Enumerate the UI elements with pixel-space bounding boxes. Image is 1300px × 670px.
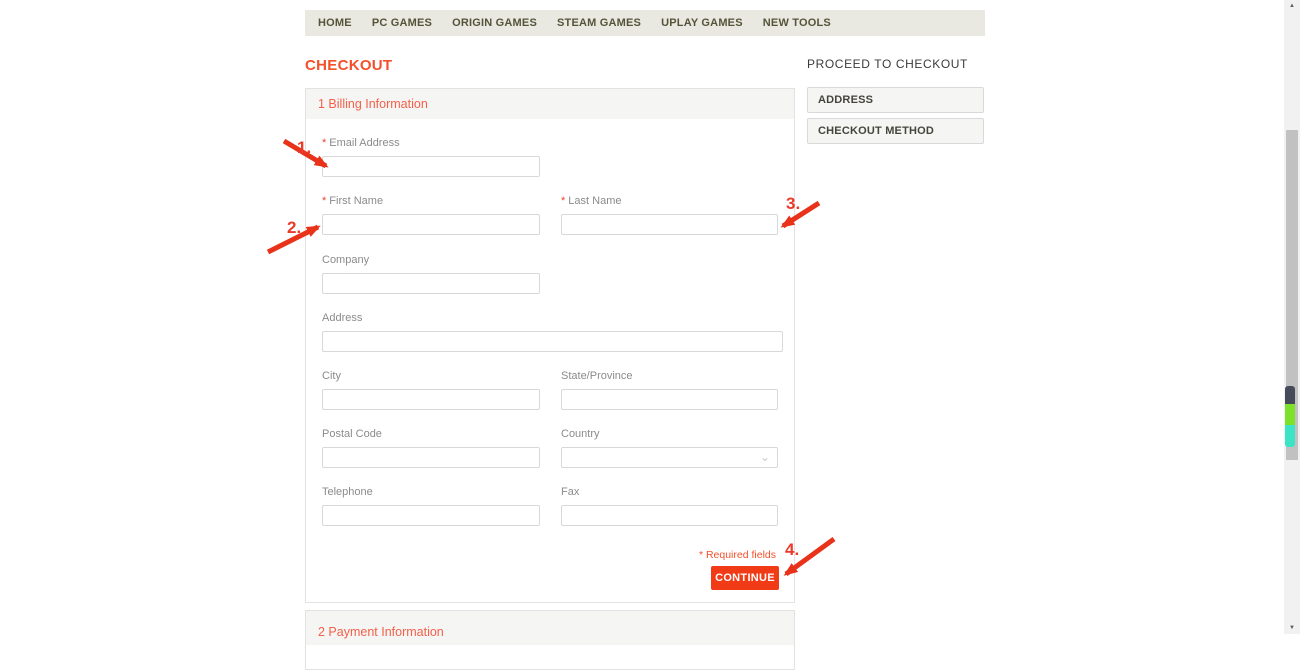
telephone-label-text: Telephone	[322, 486, 373, 498]
country-field-group: Country ⌄	[561, 428, 778, 468]
nav-item-home[interactable]: HOME	[308, 17, 362, 29]
company-field-group: Company	[322, 254, 540, 294]
indicator-cyan-segment	[1285, 425, 1295, 447]
first-name-label: * First Name	[322, 195, 540, 207]
email-label-text: Email Address	[329, 137, 400, 149]
email-label: * Email Address	[322, 137, 540, 149]
postal-code-label: Postal Code	[322, 428, 540, 440]
country-label-text: Country	[561, 428, 600, 440]
required-asterisk: *	[561, 195, 566, 207]
city-field-group: City	[322, 370, 540, 410]
billing-information-section: 1 Billing Information * Email Address * Fi…	[305, 88, 795, 603]
last-name-input[interactable]	[561, 214, 778, 235]
required-asterisk: *	[322, 195, 327, 207]
first-name-input[interactable]	[322, 214, 540, 235]
fax-field-group: Fax	[561, 486, 778, 526]
fax-label-text: Fax	[561, 486, 580, 498]
address-input[interactable]	[322, 331, 783, 352]
continue-button[interactable]: CONTINUE	[711, 566, 779, 590]
nav-item-steam-games[interactable]: STEAM GAMES	[547, 17, 651, 29]
required-asterisk: *	[322, 137, 327, 149]
postal-code-input[interactable]	[322, 447, 540, 468]
state-label-text: State/Province	[561, 370, 633, 382]
address-field-group: Address	[322, 312, 783, 352]
sidebar-step-checkout-method[interactable]: CHECKOUT METHOD	[807, 118, 984, 144]
email-field-group: * Email Address	[322, 137, 540, 177]
address-label-text: Address	[322, 312, 363, 324]
first-name-field-group: * First Name	[322, 195, 540, 235]
telephone-field-group: Telephone	[322, 486, 540, 526]
fax-input[interactable]	[561, 505, 778, 526]
indicator-dark-segment	[1285, 386, 1295, 404]
proceed-to-checkout-heading: PROCEED TO CHECKOUT	[807, 57, 968, 71]
last-name-label-text: Last Name	[568, 195, 622, 207]
top-nav: HOME PC GAMES ORIGIN GAMES STEAM GAMES U…	[305, 10, 985, 36]
city-label: City	[322, 370, 540, 382]
fax-label: Fax	[561, 486, 778, 498]
state-input[interactable]	[561, 389, 778, 410]
city-input[interactable]	[322, 389, 540, 410]
payment-information-section: 2 Payment Information	[305, 610, 795, 670]
postal-code-label-text: Postal Code	[322, 428, 382, 440]
nav-item-uplay-games[interactable]: UPLAY GAMES	[651, 17, 753, 29]
annotation-label-2: 2.	[287, 218, 302, 237]
indicator-green-segment	[1285, 404, 1295, 425]
scroll-position-indicator	[1285, 386, 1295, 447]
company-input[interactable]	[322, 273, 540, 294]
scrollbar-down-icon[interactable]: ▼	[1284, 622, 1300, 634]
state-field-group: State/Province	[561, 370, 778, 410]
scrollbar[interactable]: ▲ ▼	[1284, 0, 1300, 634]
state-label: State/Province	[561, 370, 778, 382]
telephone-input[interactable]	[322, 505, 540, 526]
nav-item-pc-games[interactable]: PC GAMES	[362, 17, 442, 29]
sidebar-step-address[interactable]: ADDRESS	[807, 87, 984, 113]
company-label-text: Company	[322, 254, 370, 266]
postal-code-field-group: Postal Code	[322, 428, 540, 468]
address-label: Address	[322, 312, 783, 324]
email-input[interactable]	[322, 156, 540, 177]
last-name-label: * Last Name	[561, 195, 778, 207]
scrollbar-up-icon[interactable]: ▲	[1284, 0, 1300, 12]
payment-section-header[interactable]: 2 Payment Information	[306, 611, 794, 645]
country-label: Country	[561, 428, 778, 440]
page-title: CHECKOUT	[305, 57, 393, 74]
billing-section-header[interactable]: 1 Billing Information	[306, 89, 794, 119]
company-label: Company	[322, 254, 540, 266]
telephone-label: Telephone	[322, 486, 540, 498]
required-fields-note: * Required fields	[698, 549, 776, 561]
last-name-field-group: * Last Name	[561, 195, 778, 235]
nav-item-origin-games[interactable]: ORIGIN GAMES	[442, 17, 547, 29]
country-select[interactable]	[561, 447, 778, 468]
nav-item-new-tools[interactable]: NEW TOOLS	[753, 17, 841, 29]
first-name-label-text: First Name	[329, 195, 384, 207]
city-label-text: City	[322, 370, 341, 382]
